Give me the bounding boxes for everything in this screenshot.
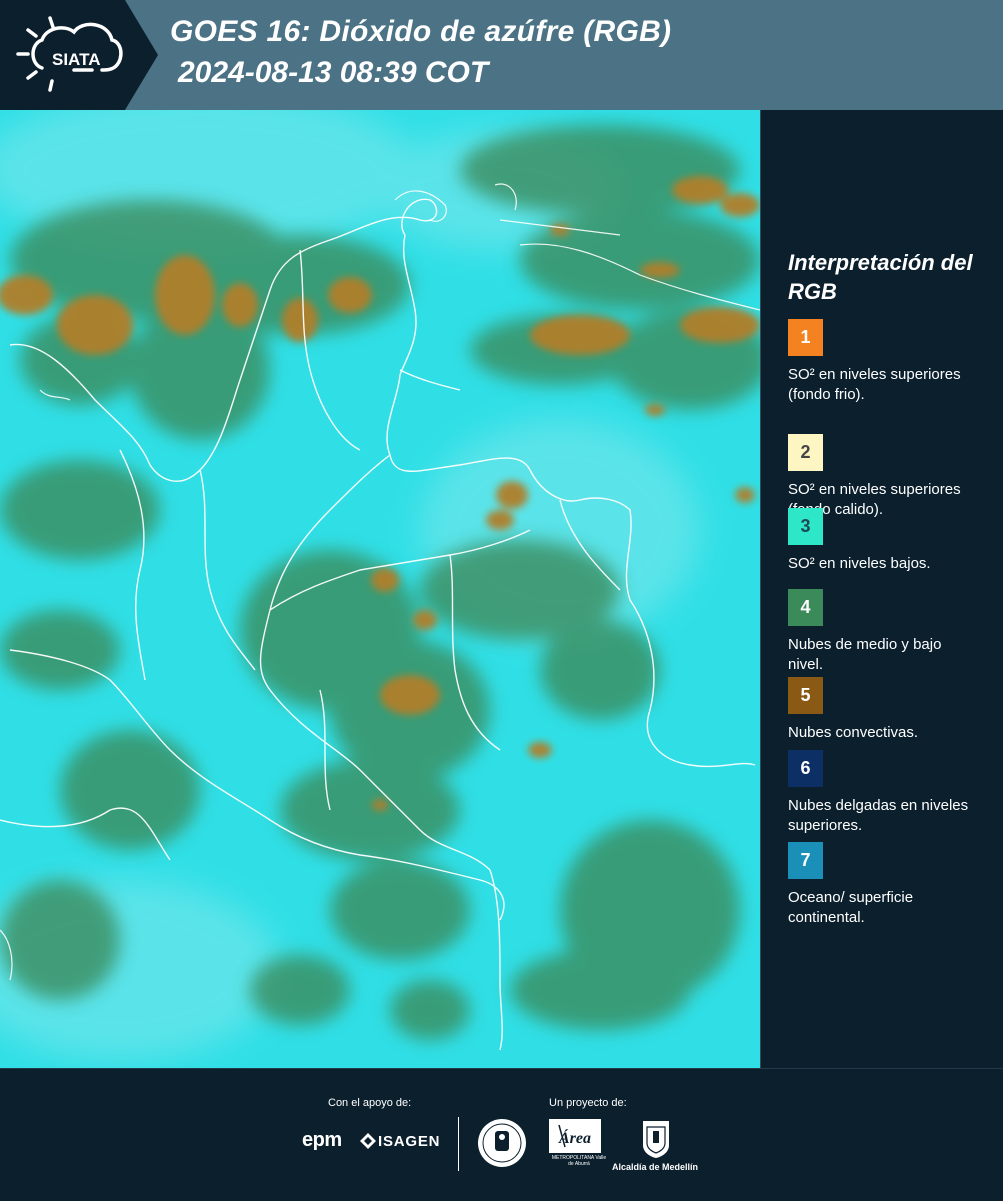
legend-swatch: 2: [788, 434, 823, 471]
legend-swatch: 1: [788, 319, 823, 356]
map-right-edge: [760, 110, 761, 1068]
legend-text: Nubes de medio y bajo nivel.: [788, 636, 942, 673]
legend-text: Oceano/ superficie continental.: [788, 889, 914, 926]
medellin-seal: [478, 1119, 526, 1167]
header: SIATA GOES 16: Dióxido de azúfre (RGB) 2…: [0, 0, 1003, 110]
legend-item: 7 Oceano/ superficie continental.: [788, 842, 993, 928]
isagen-label: ISAGEN: [378, 1133, 441, 1150]
area-metropolitana-name: METROPOLITANA Valle de Aburrá: [551, 1155, 607, 1167]
satellite-map: [0, 110, 760, 1068]
legend-swatch: 4: [788, 589, 823, 626]
legend-swatch: 5: [788, 677, 823, 714]
siata-logo: SIATA: [16, 16, 123, 92]
legend-swatch: 7: [788, 842, 823, 879]
legend-item: 1 SO² en niveles superiores (fondo frio).: [788, 319, 993, 405]
support-label: Con el apoyo de:: [328, 1097, 412, 1109]
page-title: GOES 16: Dióxido de azúfre (RGB): [170, 15, 672, 48]
legend-text: Nubes delgadas en niveles superiores.: [788, 797, 969, 834]
isagen-icon: [360, 1133, 376, 1149]
epm-logo: epm: [302, 1129, 342, 1151]
footer-divider: [458, 1117, 459, 1171]
isagen-logo: ISAGEN: [360, 1133, 440, 1150]
legend-swatch: 6: [788, 750, 823, 787]
legend-item: 3 SO² en niveles bajos.: [788, 508, 993, 574]
satellite-image: [0, 110, 760, 1068]
footer: Con el apoyo de: Un proyecto de: epm ISA…: [0, 1068, 1003, 1201]
legend-text: SO² en niveles superiores (fondo frio).: [788, 366, 961, 403]
timestamp: 2024-08-13 08:39 COT: [178, 56, 489, 89]
alcaldia-name: Alcaldía de Medellín: [612, 1162, 699, 1172]
project-label: Un proyecto de:: [549, 1097, 627, 1109]
legend-text: Nubes convectivas.: [788, 724, 919, 741]
legend-item: 5 Nubes convectivas.: [788, 677, 993, 743]
alcaldia-seal: [643, 1121, 669, 1158]
legend-title: Interpretación del RGB: [788, 250, 973, 304]
legend: Interpretación del RGB 1 SO² en niveles s…: [788, 248, 993, 926]
legend-text: SO² en niveles bajos.: [788, 555, 931, 572]
legend-swatch: 3: [788, 508, 823, 545]
legend-item: 4 Nubes de medio y bajo nivel.: [788, 589, 993, 675]
legend-item: 6 Nubes delgadas en niveles superiores.: [788, 750, 993, 836]
svg-text:SIATA: SIATA: [52, 50, 100, 69]
